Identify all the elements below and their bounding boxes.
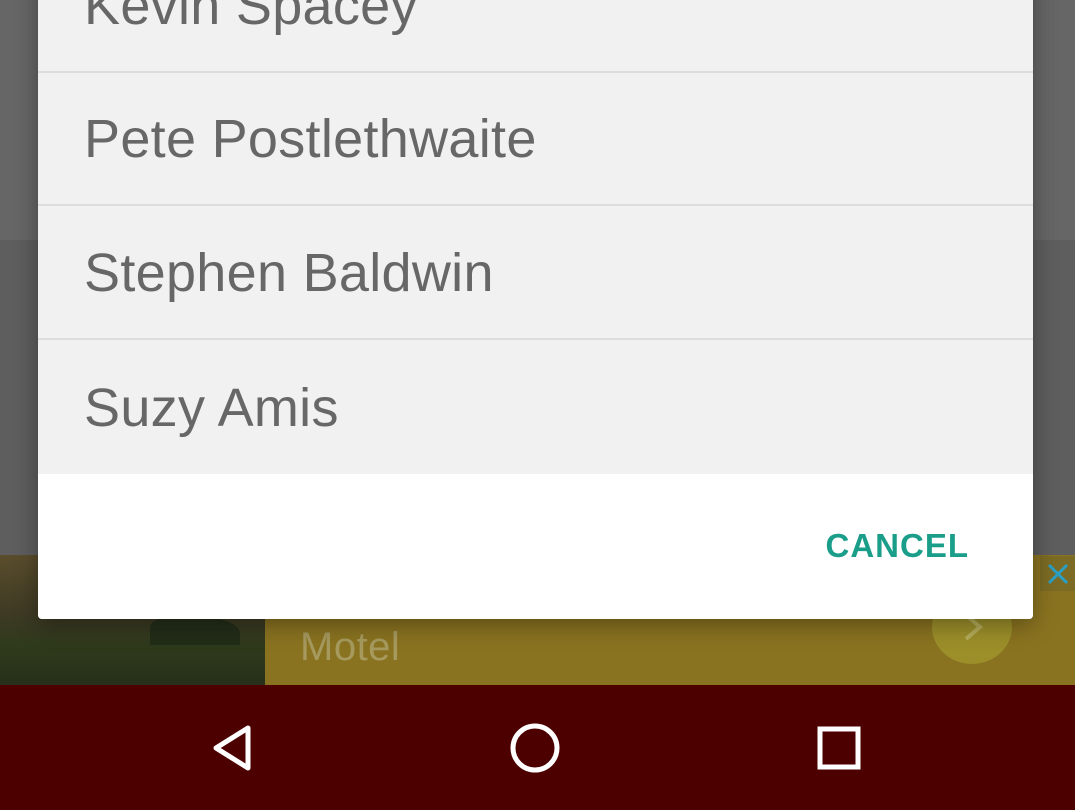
ad-image-trees [150,615,240,645]
select-dialog: Kevin Spacey Pete Postlethwaite Stephen … [38,0,1033,619]
list-item-label: Suzy Amis [84,377,339,438]
list-item[interactable]: Stephen Baldwin [38,207,1033,340]
list-item[interactable]: Suzy Amis [38,341,1033,474]
ad-title: Motel [300,625,401,669]
cancel-button[interactable]: CANCEL [812,521,984,571]
list-item[interactable]: Kevin Spacey [38,0,1033,73]
recents-square-icon[interactable] [806,715,872,781]
back-triangle-icon[interactable] [200,715,266,781]
home-circle-icon[interactable] [502,715,568,781]
screen: Motel Kevin Spacey Pete Postlethwaite St… [0,0,1075,810]
navigation-bar [0,685,1075,810]
dialog-actions: CANCEL [38,474,1033,619]
list-item-label: Kevin Spacey [84,0,418,36]
list-item-label: Pete Postlethwaite [84,108,537,169]
dialog-list: Kevin Spacey Pete Postlethwaite Stephen … [38,0,1033,474]
close-icon[interactable] [1040,556,1075,591]
list-item-label: Stephen Baldwin [84,242,494,303]
list-item[interactable]: Pete Postlethwaite [38,73,1033,206]
